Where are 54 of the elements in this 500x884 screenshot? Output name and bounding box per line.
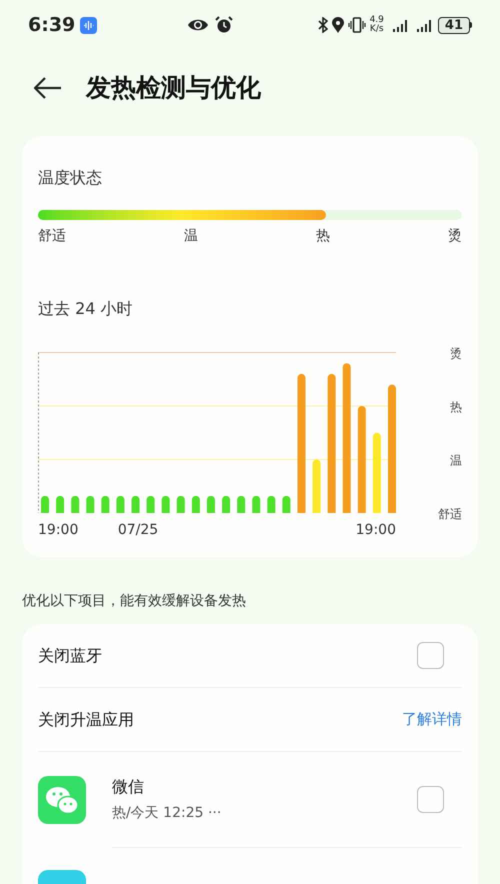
details-link[interactable]: 了解详情	[402, 708, 462, 731]
signal-icon	[416, 18, 432, 32]
bar	[192, 496, 200, 513]
bar	[41, 496, 49, 513]
checkbox[interactable]	[417, 642, 444, 669]
scale-label: 温	[184, 227, 198, 246]
x-axis-label: 19:00	[356, 522, 396, 538]
bar	[237, 496, 246, 513]
bar	[101, 496, 110, 513]
bluetooth-icon	[318, 17, 328, 33]
scale-label: 舒适	[38, 227, 66, 246]
voice-app-icon	[80, 16, 98, 34]
signal-icon	[392, 18, 408, 32]
y-tick-label: 温	[450, 454, 462, 468]
bar	[116, 496, 124, 513]
bar	[56, 496, 64, 513]
network-speed: 4.9	[370, 16, 384, 25]
y-tick-label: 烫	[450, 346, 462, 360]
bar	[132, 496, 140, 513]
location-icon	[332, 17, 344, 33]
bar	[206, 496, 215, 513]
section-title: 过去 24 小时	[38, 298, 134, 320]
eye-icon	[187, 18, 210, 32]
bar	[267, 496, 276, 513]
section-title: 温度状态	[38, 167, 103, 189]
back-arrow-icon[interactable]	[34, 77, 62, 99]
bar	[71, 496, 80, 513]
app-detail: 热/今天 12:25 ···	[112, 804, 222, 823]
bar	[146, 496, 155, 513]
page-title: 发热检测与优化	[86, 72, 261, 104]
chat-bubbles-icon	[38, 776, 86, 824]
bar	[176, 496, 185, 513]
status-time: 6:39	[28, 12, 76, 38]
y-tick-label: 舒适	[438, 507, 462, 521]
alarm-icon	[215, 16, 234, 34]
vibrate-icon	[348, 17, 366, 33]
x-axis-label: 07/25	[118, 522, 158, 538]
bar	[222, 496, 230, 513]
bar	[162, 496, 170, 513]
battery-indicator: 41	[438, 16, 470, 34]
app-name: 微信	[112, 776, 145, 798]
option-label: 关闭蓝牙	[38, 644, 102, 666]
bar	[86, 496, 94, 513]
section-label: 关闭升温应用	[38, 708, 134, 730]
bar	[312, 460, 321, 513]
x-axis-label: 19:00	[38, 522, 78, 538]
scale-label: 烫	[448, 227, 462, 246]
scale-label: 热	[316, 227, 330, 246]
network-speed-unit: K/s	[370, 25, 384, 34]
y-tick-label: 热	[450, 400, 462, 414]
checkbox[interactable]	[417, 786, 444, 813]
hint-text: 优化以下项目，能有效缓解设备发热	[22, 592, 247, 611]
bar	[282, 496, 290, 513]
bar	[252, 496, 260, 513]
